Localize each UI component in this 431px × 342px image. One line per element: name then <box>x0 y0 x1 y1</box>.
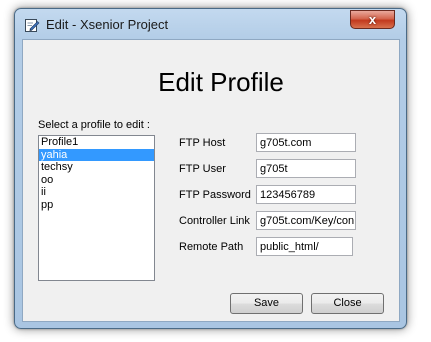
edit-pencil-icon <box>25 19 40 32</box>
remote-path-input[interactable] <box>256 237 353 256</box>
profile-list-label: Select a profile to edit : <box>38 119 150 131</box>
title-bar[interactable]: Edit - Xsenior Project x <box>15 9 406 39</box>
controller-link-input[interactable] <box>256 211 356 230</box>
window-title: Edit - Xsenior Project <box>46 17 169 32</box>
list-item-techsy[interactable]: techsy <box>39 161 154 174</box>
list-item-yahia[interactable]: yahia <box>39 148 154 161</box>
window-close-button[interactable]: x <box>350 10 395 29</box>
ftp-password-input[interactable] <box>256 185 356 204</box>
list-item-profile1[interactable]: Profile1 <box>39 136 154 149</box>
save-button[interactable]: Save <box>230 293 303 314</box>
list-item-pp[interactable]: pp <box>39 199 154 212</box>
remote-path-label: Remote Path <box>179 241 244 253</box>
profile-listbox[interactable]: Profile1 yahia techsy oo ii pp <box>38 135 155 281</box>
list-item-oo[interactable]: oo <box>39 174 154 187</box>
list-item-ii[interactable]: ii <box>39 186 154 199</box>
ftp-password-label: FTP Password <box>179 189 251 201</box>
edit-dialog-window: Edit - Xsenior Project x Edit Profile Se… <box>14 8 407 329</box>
close-icon: x <box>368 12 377 27</box>
controller-link-label: Controller Link <box>179 215 250 227</box>
ftp-host-label: FTP Host <box>179 137 226 149</box>
page-title: Edit Profile <box>158 67 284 97</box>
ftp-user-input[interactable] <box>256 159 356 178</box>
ftp-host-input[interactable] <box>256 133 356 152</box>
dialog-client-area: Edit Profile Select a profile to edit : … <box>22 39 400 322</box>
ftp-user-label: FTP User <box>179 163 226 175</box>
close-button[interactable]: Close <box>311 293 384 314</box>
